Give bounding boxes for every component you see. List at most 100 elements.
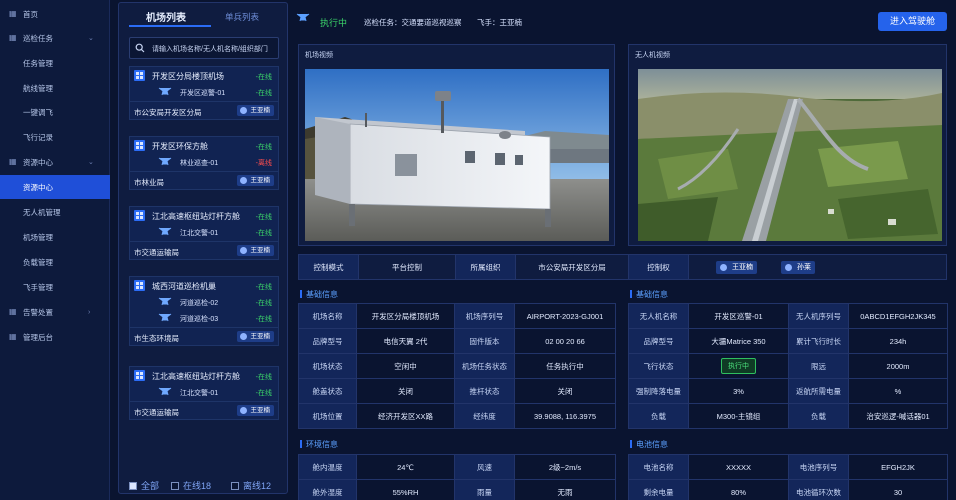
checkbox[interactable] [231,481,239,490]
battery-info-title: 电池信息 [630,439,668,450]
airport-card[interactable]: 城西河道巡检机巢 -在线 河道巡检-02 -在线 河道巡检-03 -在线 市生态环境局 王亚楠 [129,276,279,346]
task-pilot: 飞手：王亚楠 [477,18,522,27]
resource-icon: ▦ [9,157,17,166]
drone-icon [158,387,172,396]
card-footer: 市交通运输局 王亚楠 [130,241,278,259]
tab-soldier-list[interactable]: 单兵列表 [225,11,259,23]
field-value: 电信天翼 2代 [356,328,455,354]
pilot-name: 王亚楠 [250,407,271,414]
nav-item-label: 飞行记录 [23,132,53,142]
airport-video-title: 机场视频 [305,52,333,59]
nav-item[interactable]: ▦ 管理后台 [0,325,110,349]
filter-label: 离线12 [243,481,272,491]
nav-item[interactable]: 航线管理 [0,76,110,100]
field-value: 关闭 [356,378,455,404]
filter-label: 在线18 [183,481,212,491]
nav-item-label: 机场管理 [23,232,53,242]
uav-status: -在线 [255,300,272,307]
airport-icon [134,370,145,381]
field-label: 返航所需电量 [788,378,849,404]
uav-row[interactable]: 林业巡查-01 -离线 [130,155,278,171]
airport-status: -在线 [255,144,272,151]
field-value: 0ABCD1EFGH2JK345 [848,303,948,329]
filter-checkbox[interactable]: 离线12 [231,479,271,492]
nav-item[interactable]: 机场管理 [0,225,110,249]
airport-card[interactable]: 开发区分局楼顶机场 -在线 开发区巡警-01 -在线 市公安局开发区分局 王亚楠 [129,66,279,120]
pilot-tag[interactable]: 王亚楠 [236,245,274,256]
uav-row[interactable]: 开发区巡警-01 -在线 [130,85,278,101]
admin-icon: ▦ [9,332,17,341]
org-value: 市公安局开发区分局 [516,255,629,279]
uav-row[interactable]: 江北交警-01 -在线 [130,225,278,241]
table-row: 无人机名称 开发区巡警-01 无人机序列号 0ABCD1EFGH2JK345 [628,303,948,329]
uav-row[interactable]: 河道巡检-02 -在线 [130,295,278,311]
airport-video-feed[interactable] [305,69,609,241]
filter-checkbox[interactable]: 在线18 [171,479,211,492]
uav-row[interactable]: 河道巡检-03 -在线 [130,311,278,327]
airport-status: -在线 [255,214,272,221]
table-row: 品牌型号 电信天翼 2代 固件版本 02 00 20 66 [298,328,616,354]
search-icon [135,43,145,53]
nav-item[interactable]: 资源中心 [0,175,110,199]
control-pilot-tag[interactable]: 孙莱 [781,261,815,274]
nav-item[interactable]: 任务管理 [0,51,110,75]
field-label: 舱盖状态 [298,378,357,404]
field-label: 舱外湿度 [298,479,357,500]
airport-icon [134,70,145,81]
control-mode-label: 控制模式 [299,255,359,279]
uav-name: 林业巡查-01 [180,160,219,167]
checkbox[interactable] [129,481,137,490]
nav-item[interactable]: 无人机管理 [0,200,110,224]
tab-airport-list[interactable]: 机场列表 [146,9,186,24]
airport-card[interactable]: 江北高速枢纽站灯杆方舱 -在线 江北交警-01 -在线 市交通运输局 王亚楠 [129,366,279,420]
airport-status: -在线 [255,284,272,291]
env-info-title: 环境信息 [300,439,338,450]
field-value: % [848,378,948,404]
card-header: 江北高速枢纽站灯杆方舱 -在线 [130,207,278,225]
pilot-tag[interactable]: 王亚楠 [236,331,274,342]
pilot-tag[interactable]: 王亚楠 [236,405,274,416]
table-row: 机场位置 经济开发区XX路 经纬度 39.9088, 116.3975 [298,403,616,429]
nav-item[interactable]: 飞手管理 [0,275,110,299]
control-mode-value: 平台控制 [359,255,456,279]
nav-item[interactable]: ▦ 首页 [0,2,110,26]
uav-status: -在线 [255,230,272,237]
control-pilot-tag[interactable]: 王亚楠 [716,261,757,274]
user-icon [720,264,727,271]
checkbox[interactable] [171,481,179,490]
airport-list-panel: 机场列表 单兵列表 请输入机场名称/无人机名称/组织部门 开发区分局楼顶机场 -在… [118,2,403,494]
uav-name: 江北交警-01 [180,390,219,397]
uav-row[interactable]: 江北交警-01 -在线 [130,385,278,401]
control-pilot-name: 孙莱 [797,264,811,271]
enter-cockpit-button[interactable]: 进入驾驶舱 [878,12,947,31]
active-tab-indicator [129,25,211,27]
pilot-tag[interactable]: 王亚楠 [236,105,274,116]
card-header: 开发区环保方舱 -在线 [130,137,278,155]
filter-checkbox[interactable]: 全部 [129,479,159,492]
chevron-right-icon: › [88,308,91,316]
task-status: 执行中 [320,18,348,28]
control-pilot-name: 王亚楠 [732,264,753,271]
org-name: 市生态环境局 [134,334,179,343]
search-input[interactable]: 请输入机场名称/无人机名称/组织部门 [129,37,279,59]
pilot-tag[interactable]: 王亚楠 [236,175,274,186]
nav-item[interactable]: 飞行记录 [0,125,110,149]
nav-item[interactable]: 负载管理 [0,250,110,274]
task-icon: ▦ [9,33,17,42]
table-row: 电池名称 XXXXX 电池序列号 EFGH2JK [628,454,948,480]
pilot-name: 王亚楠 [250,107,271,114]
filter-label: 全部 [141,481,160,491]
nav-item[interactable]: ▦ 巡检任务 ⌄ [0,26,110,50]
field-value: 开发区巡警-01 [688,303,789,329]
drone-video-feed[interactable] [638,69,942,241]
airport-card[interactable]: 开发区环保方舱 -在线 林业巡查-01 -离线 市林业局 王亚楠 [129,136,279,190]
nav-item[interactable]: ▦ 告警处置 › [0,300,110,324]
airport-info-table: 机场名称 开发区分局楼顶机场 机场序列号 AIRPORT-2023-GJ001 品牌型号… [298,303,616,429]
nav-item-label: 告警处置 [23,307,53,317]
nav-item[interactable]: 一键调飞 [0,100,110,124]
nav-item[interactable]: ▦ 资源中心 ⌄ [0,150,110,174]
table-row: 强制降落电量 3% 返航所需电量% [628,378,948,404]
org-name: 市交通运输局 [134,408,179,417]
uav-info-table: 无人机名称 开发区巡警-01 无人机序列号 0ABCD1EFGH2JK345 品牌型号大… [628,303,948,429]
airport-card[interactable]: 江北高速枢纽站灯杆方舱 -在线 江北交警-01 -在线 市交通运输局 王亚楠 [129,206,279,260]
